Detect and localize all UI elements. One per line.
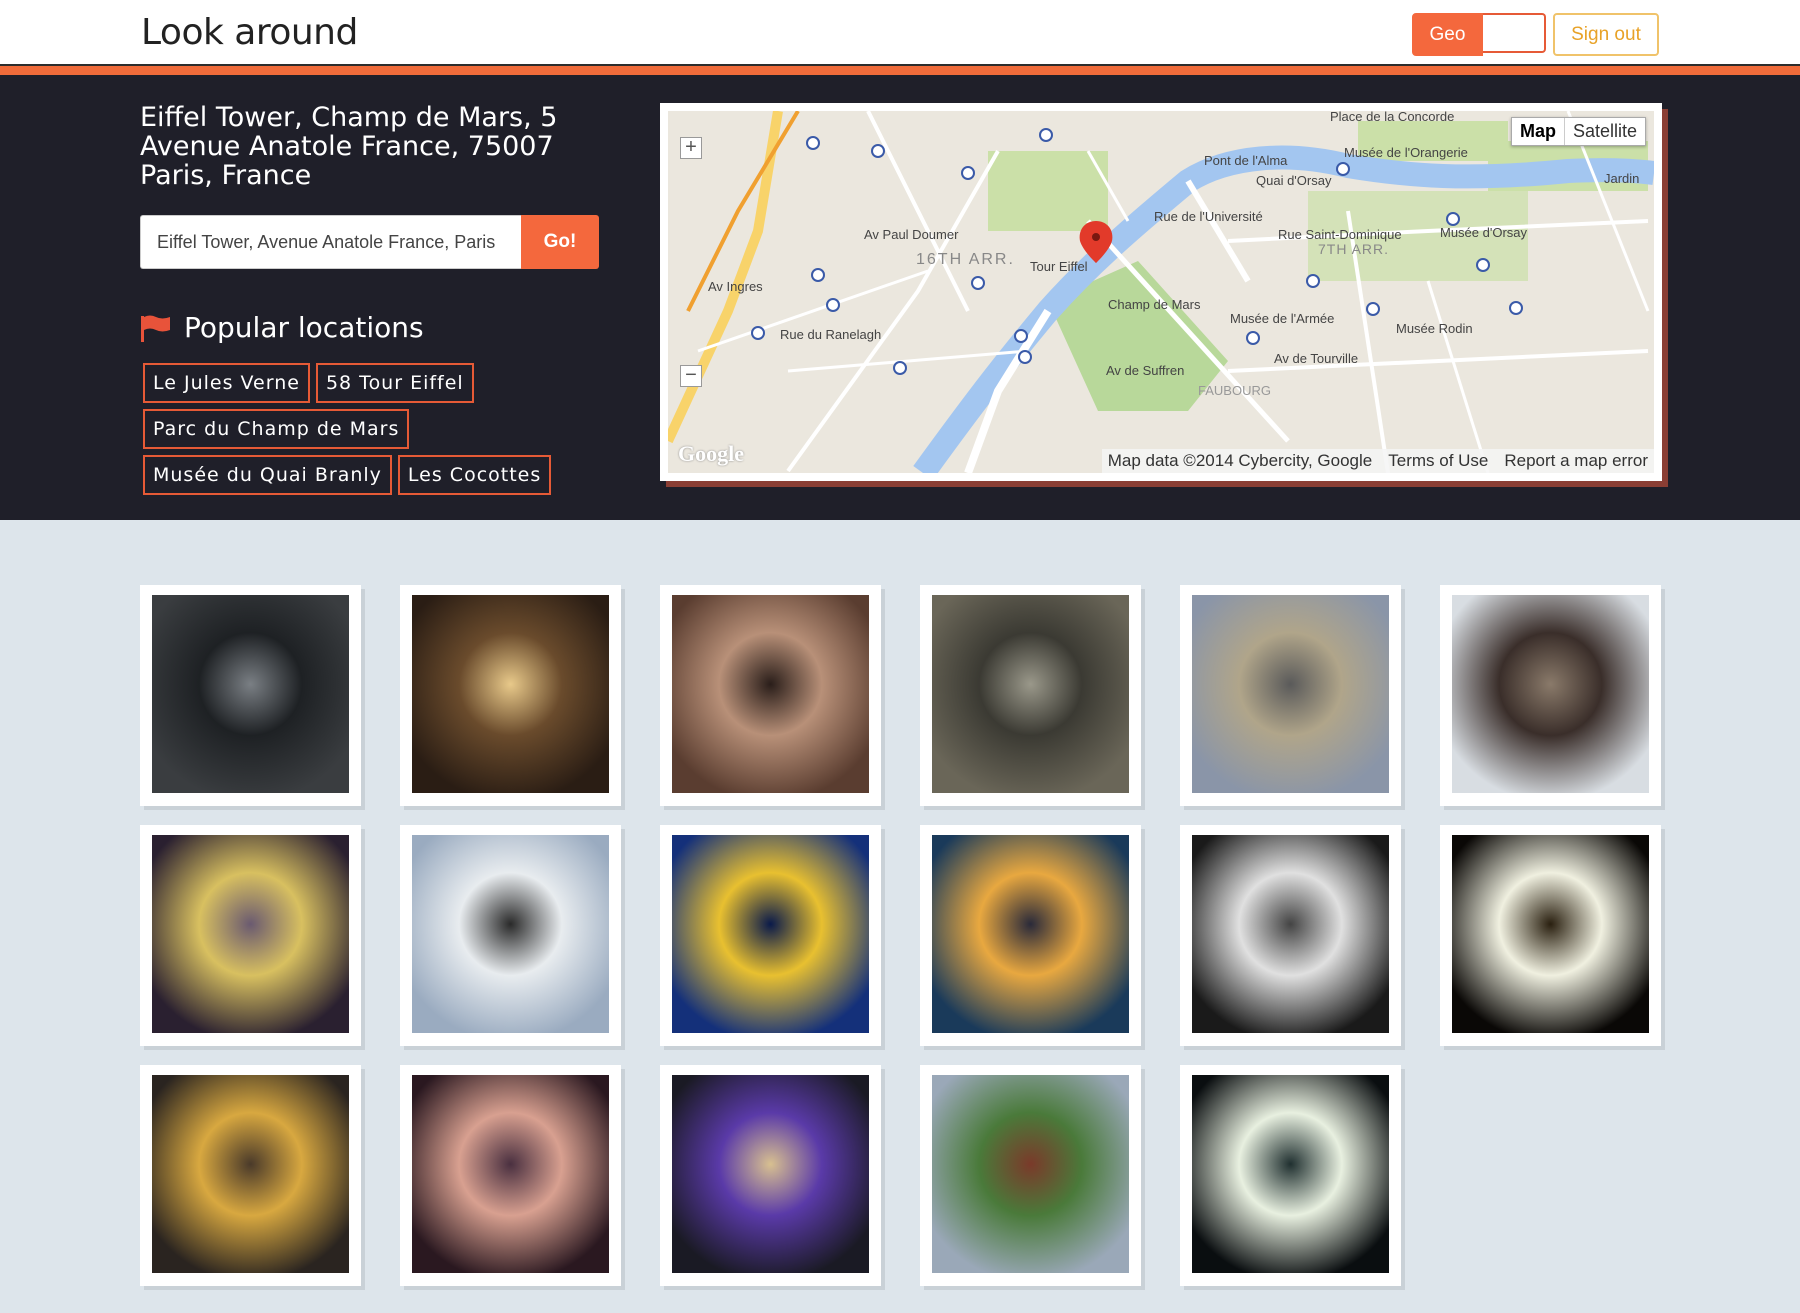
map-label-jardin: Jardin [1604,171,1640,186]
map-label-av-tourville: Av de Tourville [1274,351,1359,366]
nav-buttons: Geo Tag Sign out [1412,13,1659,56]
map-label-pont-alma: Pont de l'Alma [1204,153,1288,168]
photo-image [152,1075,349,1273]
location-address: Eiffel Tower, Champ de Mars, 5 Avenue An… [140,102,558,191]
go-button[interactable]: Go! [521,215,599,269]
location-tag[interactable]: Musée du Quai Branly [143,455,392,495]
photo-thumbnail[interactable] [1180,585,1401,806]
map-label-musee-orsay: Musée d'Orsay [1440,225,1528,240]
photo-image [672,1075,869,1273]
photo-image [932,595,1129,793]
map-label-place-concorde: Place de la Concorde [1330,111,1455,124]
map-frame: 16TH ARR. 7TH ARR. Tour Eiffel Champ de … [660,103,1662,481]
photo-thumbnail[interactable] [1440,825,1661,1046]
photo-image [152,595,349,793]
photo-image [412,595,609,793]
map-attribution: Map data ©2014 Cybercity, Google Terms o… [1101,449,1654,473]
location-tag[interactable]: Parc du Champ de Mars [143,409,410,449]
photo-image [1452,595,1649,793]
map-type-satellite-button[interactable]: Satellite [1565,118,1645,145]
photo-thumbnail[interactable] [1440,585,1661,806]
map-label-av-ingres: Av Ingres [708,279,763,294]
hero-section: Eiffel Tower, Champ de Mars, 5 Avenue An… [0,75,1800,520]
photo-image [1192,1075,1389,1273]
location-search: Go! [140,215,599,269]
popular-locations-heading: Popular locations [140,311,424,344]
map-canvas[interactable]: 16TH ARR. 7TH ARR. Tour Eiffel Champ de … [668,111,1654,473]
photo-image [412,835,609,1033]
map-label-rue-universite: Rue de l'Université [1154,209,1263,224]
photo-thumbnail[interactable] [920,1065,1141,1286]
terms-of-use-link[interactable]: Terms of Use [1388,451,1488,471]
photo-image [1192,595,1389,793]
photo-image [412,1075,609,1273]
photo-thumbnail[interactable] [660,825,881,1046]
zoom-out-button[interactable]: − [680,365,702,387]
photo-thumbnail[interactable] [920,585,1141,806]
photo-image [672,595,869,793]
map-label-av-suffren: Av de Suffren [1106,363,1185,378]
zoom-in-button[interactable]: + [680,137,702,159]
map-label-musee-orangerie: Musée de l'Orangerie [1344,145,1468,160]
map-label-arr7: 7TH ARR. [1318,241,1390,257]
photo-image [932,1075,1129,1273]
top-navbar: Look around Geo Tag Sign out [0,0,1800,66]
photo-thumbnail[interactable] [660,585,881,806]
location-search-input[interactable] [140,215,521,269]
photo-thumbnail[interactable] [920,825,1141,1046]
location-tag[interactable]: Le Jules Verne [143,363,310,403]
map-label-musee-armee: Musée de l'Armée [1230,311,1335,326]
photo-thumbnail[interactable] [400,585,621,806]
photo-thumbnail[interactable] [1180,825,1401,1046]
photo-image [1192,835,1389,1033]
map-label-arr16: 16TH ARR. [916,251,1015,268]
brand-title[interactable]: Look around [141,12,358,53]
geo-button[interactable]: Geo [1412,13,1483,56]
report-map-error-link[interactable]: Report a map error [1504,451,1648,471]
photo-image [1452,835,1649,1033]
photo-image [152,835,349,1033]
popular-location-tags: Le Jules Verne 58 Tour Eiffel Parc du Ch… [143,363,583,495]
location-tag[interactable]: 58 Tour Eiffel [315,363,474,403]
map-label-tour-eiffel: Tour Eiffel [1030,259,1088,274]
map-label-rue-ranelagh: Rue du Ranelagh [780,327,882,342]
map-label-av-paul-doumer: Av Paul Doumer [864,227,959,242]
map-type-control: Map Satellite [1510,117,1646,146]
map-label-rue-st-dominique: Rue Saint-Dominique [1278,227,1402,242]
tag-button[interactable]: Tag [1483,13,1546,53]
photo-thumbnail[interactable] [1180,1065,1401,1286]
header-accent-stripe [0,66,1800,75]
photo-thumbnail[interactable] [400,1065,621,1286]
location-tag[interactable]: Les Cocottes [397,455,552,495]
map-label-musee-rodin: Musée Rodin [1396,321,1473,336]
photo-thumbnail[interactable] [140,1065,361,1286]
photo-thumbnail[interactable] [140,585,361,806]
map-label-quai-orsay: Quai d'Orsay [1256,173,1332,188]
popular-locations-title: Popular locations [184,311,424,344]
google-logo: Google [678,441,744,466]
photo-image [932,835,1129,1033]
photo-thumbnail[interactable] [140,825,361,1046]
photo-image [672,835,869,1033]
sign-out-button[interactable]: Sign out [1553,13,1659,56]
map-type-map-button[interactable]: Map [1512,118,1565,145]
photo-thumbnail[interactable] [660,1065,881,1286]
photo-thumbnail[interactable] [400,825,621,1046]
flag-icon [140,314,172,342]
map-label-champ-de-mars: Champ de Mars [1108,297,1201,312]
map-data-credit: Map data ©2014 Cybercity, Google [1107,451,1373,470]
map-label-faubourg: FAUBOURG [1198,383,1271,398]
